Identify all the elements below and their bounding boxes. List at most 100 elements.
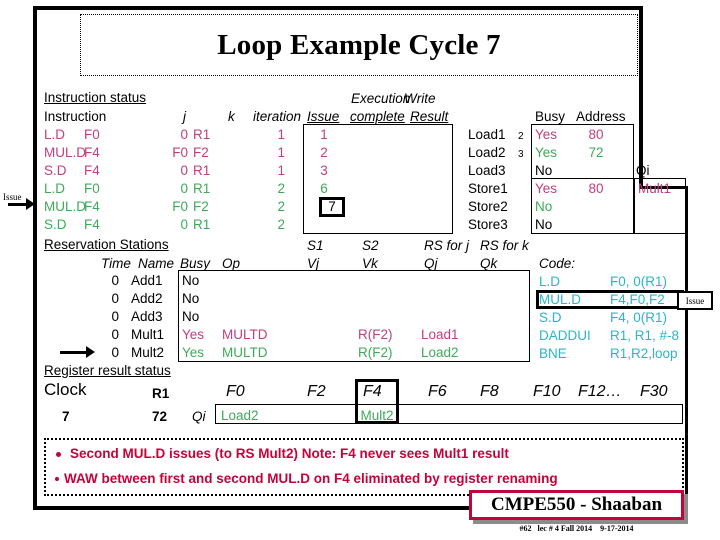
unit-address: 80 — [588, 181, 604, 196]
register-result-status-label: Register result status — [44, 363, 171, 378]
col-header-qj: Qj — [424, 256, 438, 271]
unit-busy: No — [535, 199, 553, 214]
instr-row-dest: F0 — [84, 127, 100, 142]
col-header-write: Write — [404, 91, 436, 106]
unit-busy: Yes — [535, 127, 558, 142]
note-line-2: WAW between first and second MUL.D on F4… — [64, 471, 558, 486]
issue-callout-right: Issue — [677, 291, 713, 310]
rs-row-name: Add3 — [131, 309, 163, 324]
clock-label: Clock — [44, 380, 87, 399]
bullet-dot-1 — [56, 452, 61, 457]
slide-frame-right-lower — [685, 186, 688, 510]
notes-box: Second MUL.D issues (to RS Mult2) Note: … — [44, 438, 684, 496]
unit-busy: Yes — [535, 145, 558, 160]
r1-value: 72 — [152, 409, 168, 424]
code-line-op: DADDUI — [539, 328, 591, 343]
col-header-busy: Busy — [535, 109, 566, 124]
rs-row-qj: Load1 — [421, 327, 459, 342]
col-header-address: Address — [576, 109, 626, 124]
rs-row-name: Mult2 — [131, 345, 165, 360]
instr-row-j: 0 — [180, 163, 188, 178]
instr-row-issue: 2 — [320, 145, 328, 160]
unit-busy: Yes — [535, 181, 558, 196]
footer-subtext: #62 lec # 4 Fall 2014 9-17-2014 — [519, 524, 634, 533]
instr-row-op: MUL.D — [44, 199, 87, 214]
col-header-rs-for-j: RS for j — [424, 238, 470, 253]
rs-row-time: 0 — [111, 309, 119, 324]
rs-row-name: Mult1 — [131, 327, 165, 342]
instr-row-k: F2 — [193, 145, 209, 160]
mult2-pointer-arrow-head — [86, 346, 95, 358]
unit-name: Store2 — [468, 199, 508, 214]
code-line-op: S.D — [539, 310, 562, 325]
col-header-qk: Qk — [480, 256, 498, 271]
code-line-op: MUL.D — [539, 292, 582, 307]
instruction-status-label: Instruction status — [44, 90, 147, 105]
instr-row-issue: 6 — [320, 181, 328, 196]
rs-row-name: Add2 — [131, 291, 163, 306]
reg-header: F10 — [533, 383, 561, 400]
instr-row-j: 0 — [180, 181, 188, 196]
rs-row-name: Add1 — [131, 273, 163, 288]
reg-header: F12… — [578, 383, 622, 400]
col-header-busy: Busy — [180, 256, 211, 271]
instr-row-k: R1 — [193, 127, 211, 142]
reg-qi-value: Mult2 — [360, 408, 394, 423]
instr-row-iteration: 1 — [277, 145, 285, 160]
unit-busy: No — [535, 163, 553, 178]
unit-num: 2 — [518, 131, 524, 142]
slide-canvas: Loop Example Cycle 7 Instruction status … — [0, 0, 720, 540]
instr-row-op: L.D — [44, 127, 66, 142]
col-header-issue: Issue — [307, 109, 340, 124]
unit-address: 80 — [588, 127, 604, 142]
instr-row-k: R1 — [193, 181, 211, 196]
slide-frame-top — [33, 6, 643, 10]
rs-row-busy: No — [182, 309, 200, 324]
footer-badge: CMPE550 - Shaaban — [469, 490, 684, 520]
col-header-iteration: iteration — [253, 109, 302, 124]
col-header-execution: Execution — [351, 91, 411, 106]
col-header-op: Op — [222, 256, 241, 271]
register-qi-row-box — [215, 404, 683, 424]
reg-header: F8 — [480, 383, 499, 400]
unit-name: Load2 — [468, 145, 506, 160]
rs-row-time: 0 — [111, 345, 119, 360]
col-header-complete: complete — [350, 109, 405, 124]
code-label: Code: — [539, 256, 576, 271]
instr-row-op: L.D — [44, 181, 66, 196]
rs-row-busy: No — [182, 291, 200, 306]
instr-row-op: S.D — [44, 163, 67, 178]
instr-row-k: R1 — [193, 217, 211, 232]
rs-row-busy: No — [182, 273, 200, 288]
qi-label: Qi — [192, 409, 206, 424]
page-title: Loop Example Cycle 7 — [217, 28, 501, 61]
issue-left-arrow-head — [26, 198, 35, 210]
unit-name: Load3 — [468, 163, 506, 178]
instr-row-k: R1 — [193, 163, 211, 178]
note-line-1: Second MUL.D issues (to RS Mult2) Note: … — [70, 446, 509, 461]
col-header-qi: Qi — [636, 163, 650, 178]
col-header-result: Result — [410, 109, 449, 124]
rs-row-qj: Load2 — [421, 345, 459, 360]
slide-frame-left — [33, 6, 37, 510]
instr-row-iteration: 1 — [277, 163, 285, 178]
instr-row-dest: F4 — [84, 163, 100, 178]
slide-frame-right-upper — [639, 6, 643, 186]
col-header-s1: S1 — [307, 238, 324, 253]
code-line-operands: R1,R2,loop — [610, 346, 678, 361]
reg-header: F2 — [307, 383, 326, 400]
instr-row-issue: 7 — [328, 199, 336, 214]
col-header-name: Name — [138, 256, 175, 271]
instr-row-dest: F4 — [84, 217, 100, 232]
instr-row-j: F0 — [172, 145, 188, 160]
code-line-operands: F0, 0(R1) — [610, 274, 668, 289]
rs-row-vk: R(F2) — [358, 345, 393, 360]
unit-qi: Mult1 — [638, 181, 672, 196]
title-box: Loop Example Cycle 7 — [80, 14, 638, 76]
busy-address-divider — [531, 178, 634, 179]
rs-row-busy: Yes — [182, 345, 205, 360]
instr-row-issue: 1 — [320, 127, 328, 142]
rs-row-time: 0 — [111, 327, 119, 342]
code-line-operands: F4, 0(R1) — [610, 310, 668, 325]
issue-left-arrow-shaft — [8, 203, 26, 206]
